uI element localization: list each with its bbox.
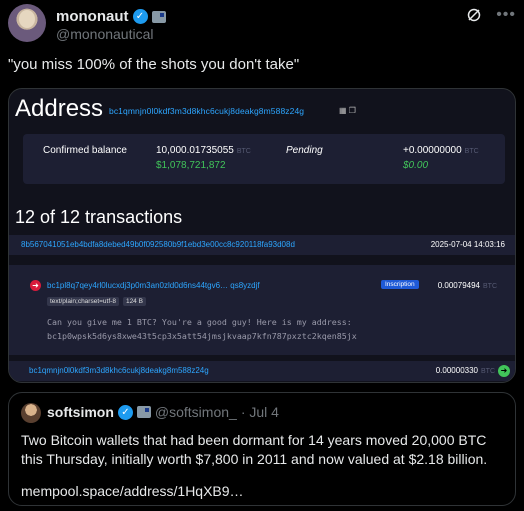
quoted-text: Two Bitcoin wallets that had been dorman… (21, 432, 488, 467)
output-address: bc1qmnjn0l0kdf3m3d8khc6cukj8deakg8m588z2… (29, 366, 209, 375)
input-value-amount: 0.00079494 (437, 281, 480, 290)
affiliate-badge-icon[interactable] (151, 10, 166, 23)
qr-copy-icons: ▦ ❐ (339, 106, 356, 115)
mime-tag: text/plain;charset=utf-8 (47, 297, 119, 306)
btc-unit: BTC (236, 148, 251, 155)
btc-unit: BTC (483, 283, 497, 290)
quoted-author-handle[interactable]: @softsimon_ (155, 404, 237, 420)
transaction-output: bc1qmnjn0l0kdf3m3d8khc6cukj8deakg8m588z2… (9, 361, 515, 381)
pending-btc: +0.00000000 BTC (403, 145, 479, 156)
pending-label: Pending (286, 145, 323, 156)
message-line: Can you give me 1 BTC? You're a good guy… (47, 317, 352, 327)
avatar[interactable] (8, 4, 46, 42)
post-header: mononaut ✓ @mononautical ••• (8, 4, 516, 44)
confirmed-btc-value: 10,000.01735055 (156, 145, 234, 156)
post-text: "you miss 100% of the shots you don't ta… (8, 56, 300, 73)
confirmed-btc: 10,000.01735055 BTC (156, 145, 251, 156)
quoted-date[interactable]: · Jul 4 (241, 404, 279, 420)
quoted-post[interactable]: softsimon ✓ @softsimon_ · Jul 4 Two Bitc… (8, 392, 516, 506)
transaction-header: 8b567041051eb4bdfa8debed49b0f092580b9f1e… (9, 235, 515, 255)
input-value: 0.00079494 BTC (438, 281, 497, 290)
output-arrow-icon: ➜ (498, 365, 510, 377)
output-value: 0.00000330 BTC (436, 366, 495, 375)
author-name[interactable]: mononaut (56, 8, 129, 25)
transaction-date: 2025-07-04 14:03:16 (430, 240, 505, 249)
btc-unit: BTC (464, 148, 479, 155)
affiliate-badge-icon[interactable] (136, 406, 151, 418)
quoted-author-name[interactable]: softsimon (47, 404, 114, 420)
qr-icon: ▦ (339, 106, 347, 115)
spent-arrow-icon: ➜ (30, 280, 41, 291)
inscription-message: Can you give me 1 BTC? You're a good guy… (47, 315, 357, 343)
confirmed-label: Confirmed balance (43, 145, 127, 156)
author-row: mononaut ✓ (56, 8, 166, 25)
transaction-input: ➜ bc1pl8q7qey4rl0lucxdj3p0m3an0zld0d6ns4… (9, 265, 515, 355)
transaction-hash: 8b567041051eb4bdfa8debed49b0f092580b9f1e… (21, 240, 295, 249)
output-value-amount: 0.00000330 (435, 366, 478, 375)
size-tag: 124 B (122, 297, 146, 306)
more-icon[interactable]: ••• (496, 6, 516, 24)
quoted-author-row: softsimon ✓ @softsimon_ · Jul 4 (47, 404, 279, 420)
pending-usd: $0.00 (403, 160, 429, 171)
inscription-badge: Inscription (381, 280, 419, 289)
verified-check-icon: ✓ (132, 9, 148, 24)
grok-icon[interactable] (466, 7, 482, 23)
copy-icon: ❐ (348, 106, 356, 115)
quoted-link[interactable]: mempool.space/address/1HqXB9… (21, 483, 244, 499)
input-address: bc1pl8q7qey4rl0lucxdj3p0m3an0zld0d6ns44t… (47, 281, 260, 290)
transaction-count: 12 of 12 transactions (15, 207, 183, 227)
mempool-screenshot-card[interactable]: Address bc1qmnjn0l0kdf3m3d8khc6cukj8deak… (8, 88, 516, 383)
balance-box: Confirmed balance 10,000.01735055 BTC $1,… (23, 134, 505, 184)
author-handle[interactable]: @mononautical (56, 26, 154, 42)
verified-check-icon: ✓ (117, 404, 133, 420)
post-actions: ••• (466, 6, 516, 24)
inscription-tags: text/plain;charset=utf-8 124 B (47, 297, 146, 306)
pending-btc-value: +0.00000000 (403, 145, 462, 156)
address-title: Address (15, 95, 104, 122)
message-line: bc1p0wpsk5d6ys8xwe43t5cp3x5att54jmsjkvaa… (47, 331, 357, 341)
confirmed-usd: $1,078,721,872 (156, 160, 226, 171)
address-hash: bc1qmnjn0l0kdf3m3d8khc6cukj8deakg8m588z2… (109, 106, 305, 116)
quoted-avatar[interactable] (21, 403, 41, 423)
btc-unit: BTC (481, 368, 495, 375)
